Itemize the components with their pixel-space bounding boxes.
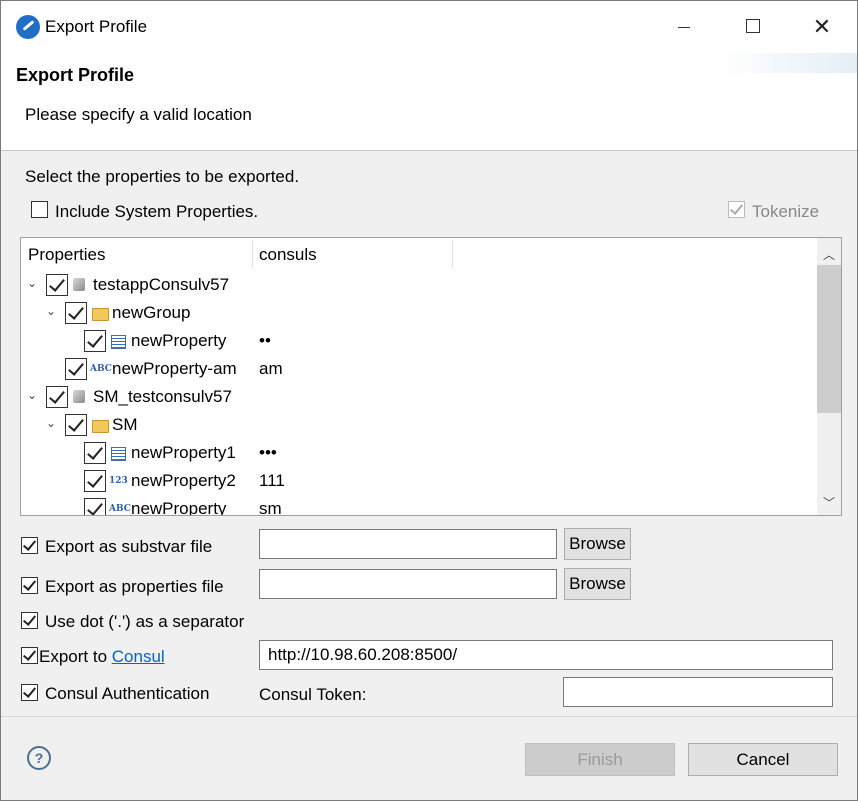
folder-icon	[92, 420, 109, 433]
consul-auth-label: Consul Authentication	[45, 684, 210, 703]
export-to-text: Export to	[39, 647, 112, 666]
vertical-scrollbar[interactable]: ︿ ﹀	[817, 238, 841, 515]
abc-icon: ABC	[90, 364, 112, 374]
tree-row[interactable]: ⌄ newGroup	[21, 299, 817, 327]
tree-row-label: SM_testconsulv57	[93, 387, 232, 406]
tree-row[interactable]: ABC newProperty sm	[21, 495, 817, 516]
tree-header: Properties consuls	[21, 238, 817, 270]
consul-link[interactable]: Consul	[112, 647, 165, 666]
column-separator	[252, 240, 253, 268]
tree-row-label: newProperty	[131, 499, 227, 516]
row-checkbox[interactable]	[84, 442, 106, 464]
scroll-thumb[interactable]	[817, 265, 841, 413]
app-logo-icon	[16, 15, 40, 39]
dialog-footer: ? Finish Cancel	[1, 716, 857, 800]
table-icon	[111, 335, 126, 349]
row-checkbox[interactable]	[46, 274, 68, 296]
tree-row[interactable]: ⌄ SM_testconsulv57	[21, 383, 817, 411]
header-decoration	[717, 53, 857, 73]
row-checkbox[interactable]	[84, 470, 106, 492]
row-checkbox[interactable]	[46, 386, 68, 408]
window-title: Export Profile	[45, 17, 148, 36]
include-system-label: Include System Properties.	[55, 202, 259, 221]
header-message: Please specify a valid location	[25, 105, 252, 124]
tree-row-value: sm	[259, 499, 282, 516]
tree-row-value: ••	[259, 331, 271, 350]
dot-separator-label: Use dot ('.') as a separator	[45, 612, 245, 631]
help-icon[interactable]: ?	[27, 746, 51, 770]
tree-row[interactable]: newProperty1 •••	[21, 439, 817, 467]
column-properties[interactable]: Properties	[28, 245, 105, 265]
tree-row-label: newGroup	[112, 303, 191, 322]
column-consuls[interactable]: consuls	[259, 245, 317, 265]
project-icon	[73, 278, 85, 291]
export-profile-dialog: Export Profile ✕ Export Profile Please s…	[0, 0, 858, 801]
export-to-consul-checkbox[interactable]	[21, 647, 38, 664]
substvar-path-input[interactable]	[259, 529, 557, 559]
close-button[interactable]: ✕	[799, 9, 845, 45]
page-title: Export Profile	[16, 65, 135, 85]
tree-row[interactable]: ⌄ SM	[21, 411, 817, 439]
row-checkbox[interactable]	[65, 414, 87, 436]
row-checkbox[interactable]	[65, 302, 87, 324]
expand-chevron-icon[interactable]: ⌄	[46, 304, 56, 318]
browse-properties-button[interactable]: Browse	[564, 568, 631, 600]
folder-icon	[92, 308, 109, 321]
dot-separator-checkbox[interactable]	[21, 612, 38, 629]
tree-row-label: testappConsulv57	[93, 275, 230, 294]
tree-row-value: 111	[259, 471, 285, 490]
number-icon: 123	[109, 476, 128, 486]
properties-tree[interactable]: Properties consuls ⌄ testappConsulv57 ⌄ …	[20, 237, 842, 516]
tree-row-label: SM	[112, 415, 138, 434]
export-to-label: Export to Consul	[39, 647, 165, 667]
export-substvar-label: Export as substvar file	[45, 537, 213, 556]
properties-path-input[interactable]	[259, 569, 557, 599]
expand-chevron-icon[interactable]: ⌄	[27, 276, 37, 290]
project-icon	[73, 390, 85, 403]
tree-row-value: •••	[259, 443, 277, 462]
consul-auth-checkbox[interactable]	[21, 684, 38, 701]
tree-row-label: newProperty-am	[112, 359, 237, 378]
abc-icon: ABC	[109, 504, 131, 514]
consul-url-input[interactable]: http://10.98.60.208:8500/	[259, 640, 833, 670]
table-icon	[111, 447, 126, 461]
tree-row-label: newProperty2	[131, 471, 236, 490]
wizard-header: Export Profile Please specify a valid lo…	[1, 53, 857, 151]
include-system-checkbox[interactable]	[31, 201, 48, 218]
maximize-button[interactable]	[729, 9, 775, 45]
browse-substvar-button[interactable]: Browse	[564, 528, 631, 560]
column-separator	[452, 240, 453, 268]
expand-chevron-icon[interactable]: ⌄	[27, 388, 37, 402]
row-checkbox[interactable]	[84, 498, 106, 515]
row-checkbox[interactable]	[84, 330, 106, 352]
expand-chevron-icon[interactable]: ⌄	[46, 416, 56, 430]
finish-button[interactable]: Finish	[525, 743, 675, 776]
tree-row-value: am	[259, 359, 283, 378]
row-checkbox[interactable]	[65, 358, 87, 380]
instruction-text: Select the properties to be exported.	[25, 167, 300, 186]
tree-row-label: newProperty1	[131, 443, 236, 462]
tree-row[interactable]: ⌄ testappConsulv57	[21, 271, 817, 299]
scroll-down-icon[interactable]: ﹀	[823, 494, 835, 511]
tree-row[interactable]: 123 newProperty2 111	[21, 467, 817, 495]
tokenize-label: Tokenize	[752, 202, 820, 221]
tree-row[interactable]: newProperty ••	[21, 327, 817, 355]
scroll-up-icon[interactable]: ︿	[823, 246, 835, 263]
consul-token-input[interactable]	[563, 677, 833, 707]
tree-row[interactable]: ABC newProperty-am am	[21, 355, 817, 383]
consul-token-label: Consul Token:	[259, 685, 367, 704]
export-properties-label: Export as properties file	[45, 577, 224, 596]
export-substvar-checkbox[interactable]	[21, 537, 38, 554]
minimize-button[interactable]	[661, 9, 707, 45]
title-bar: Export Profile ✕	[1, 1, 857, 53]
tree-row-label: newProperty	[131, 331, 227, 350]
export-properties-checkbox[interactable]	[21, 577, 38, 594]
cancel-button[interactable]: Cancel	[688, 743, 838, 776]
tokenize-checkbox[interactable]	[728, 201, 745, 218]
